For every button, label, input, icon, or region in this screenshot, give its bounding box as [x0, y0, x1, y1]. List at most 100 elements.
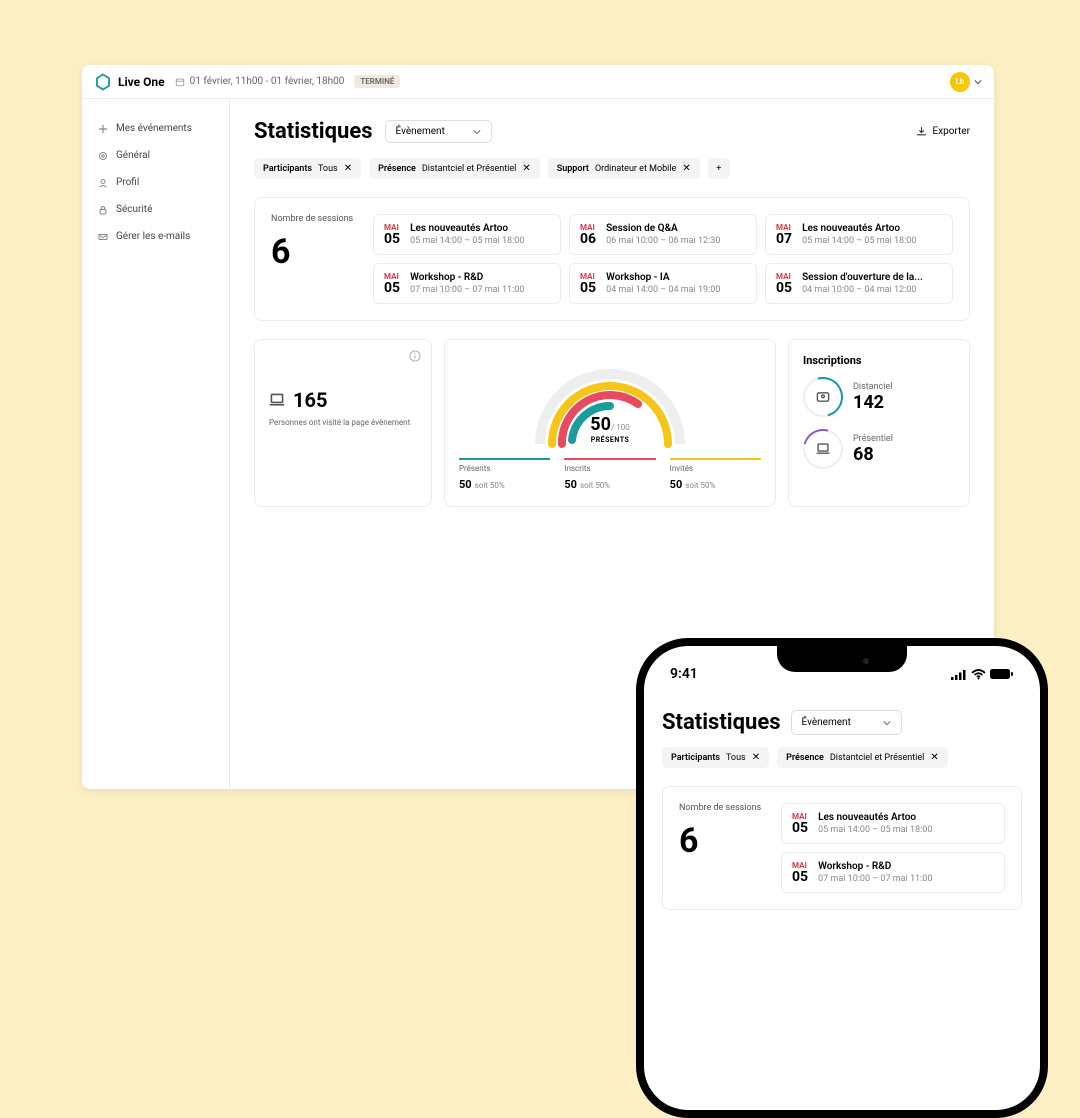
sidebar-item-profile[interactable]: Profil: [82, 169, 229, 196]
session-time: 04 mai 14:00 – 04 mai 19:00: [606, 285, 746, 295]
phone-session-card[interactable]: MAI05Workshop - R&D07 mai 10:00 – 07 mai…: [781, 852, 1005, 893]
chevron-down-icon: [883, 719, 891, 727]
legend-value: 50: [670, 478, 683, 491]
phone-filter-presence[interactable]: Présence Distantciel et Présentiel ✕: [777, 747, 948, 768]
session-day: 05: [580, 281, 596, 295]
session-day: 05: [384, 281, 400, 295]
phone-sessions-count-label: Nombre de sessions: [679, 803, 767, 815]
sidebar-item-security[interactable]: Sécurité: [82, 196, 229, 223]
inscription-label: Présentiel: [853, 434, 893, 444]
session-day: 05: [792, 870, 808, 884]
gauge-label: PRÉSENTS: [590, 436, 629, 444]
gauge: 50/ 100 PRÉSENTS: [520, 358, 700, 448]
visited-count: 165: [293, 388, 327, 412]
visited-card: 165 Personnes ont visité la page évèneme…: [254, 339, 432, 507]
session-card[interactable]: MAI05Session d'ouverture de la...04 mai …: [765, 263, 953, 304]
session-date: MAI06: [580, 223, 596, 246]
phone-sessions-grid: MAI05Les nouveautés Artoo05 mai 14:00 – …: [781, 803, 1005, 893]
session-info: Workshop - R&D07 mai 10:00 – 07 mai 11:0…: [410, 272, 550, 295]
plus-icon: [98, 124, 108, 134]
filter-presence[interactable]: Présence Distantciel et Présentiel ✕: [369, 158, 540, 179]
gauge-card: 50/ 100 PRÉSENTS Présents50soit 50%Inscr…: [444, 339, 776, 507]
session-card[interactable]: MAI07Les nouveautés Artoo05 mai 14:00 – …: [765, 214, 953, 255]
sessions-grid: MAI05Les nouveautés Artoo05 mai 14:00 – …: [373, 214, 953, 304]
filter-value: Tous: [318, 164, 338, 174]
download-icon: [916, 126, 927, 137]
sessions-count: Nombre de sessions 6: [271, 214, 359, 304]
calendar-icon: [175, 77, 185, 87]
inscription-ring: [803, 377, 843, 417]
phone-filter-row: Participants Tous ✕ Présence Distantciel…: [662, 747, 1022, 768]
app-logo[interactable]: Live One: [94, 73, 165, 91]
close-icon[interactable]: ✕: [930, 752, 938, 763]
close-icon[interactable]: ✕: [682, 163, 690, 174]
legend-item: Inscrits50soit 50%: [564, 458, 655, 492]
sidebar-item-events[interactable]: Mes événements: [82, 115, 229, 142]
topbar-left: Live One 01 février, 11h00 - 01 février,…: [94, 73, 400, 91]
close-icon[interactable]: ✕: [344, 163, 352, 174]
inscription-count: 142: [853, 392, 892, 413]
inscription-label: Distanciel: [853, 382, 892, 392]
legend-item: Invités50soit 50%: [670, 458, 761, 492]
legend-bar: [670, 458, 761, 460]
sidebar-item-label: Général: [116, 150, 150, 161]
gear-icon: [98, 151, 108, 161]
sidebar-item-emails[interactable]: Gérer les e-mails: [82, 223, 229, 250]
session-title: Session de Q&A: [606, 223, 746, 234]
phone-session-card[interactable]: MAI05Les nouveautés Artoo05 mai 14:00 – …: [781, 803, 1005, 844]
avatar: Lb: [950, 72, 970, 92]
date-range-text: 01 février, 11h00 - 01 février, 18h00: [190, 76, 345, 87]
session-day: 06: [580, 232, 596, 246]
main-header: Statistiques Évènement Exporter: [254, 119, 970, 144]
phone-sessions-count-value: 6: [679, 821, 767, 861]
session-time: 06 mai 10:00 – 06 mai 12:30: [606, 236, 746, 246]
phone-header: Statistiques Évènement: [662, 710, 1022, 735]
mail-icon: [98, 232, 108, 242]
session-card[interactable]: MAI05Workshop - R&D07 mai 10:00 – 07 mai…: [373, 263, 561, 304]
session-time: 05 mai 14:00 – 05 mai 18:00: [802, 236, 942, 246]
app-name: Live One: [118, 75, 165, 89]
session-time: 05 mai 14:00 – 05 mai 18:00: [410, 236, 550, 246]
sidebar-item-label: Sécurité: [116, 204, 152, 215]
logo-icon: [94, 73, 112, 91]
legend-value: 50: [459, 478, 472, 491]
close-icon[interactable]: ✕: [752, 752, 760, 763]
export-button[interactable]: Exporter: [916, 126, 970, 137]
session-card[interactable]: MAI06 Session de Q&A 06 mai 10:00 – 06 mai…: [569, 214, 757, 255]
filter-participants[interactable]: Participants Tous ✕: [254, 158, 361, 179]
phone-filter-participants[interactable]: Participants Tous ✕: [662, 747, 769, 768]
inscription-count: 68: [853, 444, 893, 465]
gauge-legend: Présents50soit 50%Inscrits50soit 50%Invi…: [459, 458, 761, 492]
phone-scope-value: Évènement: [802, 717, 851, 728]
session-time: 07 mai 10:00 – 07 mai 11:00: [410, 285, 550, 295]
session-card[interactable]: MAI05Workshop - IA04 mai 14:00 – 04 mai …: [569, 263, 757, 304]
session-time: 04 mai 10:00 – 04 mai 12:00: [802, 285, 942, 295]
session-info: Session de Q&A 06 mai 10:00 – 06 mai 12:3…: [606, 223, 746, 246]
filter-value: Tous: [726, 753, 746, 763]
session-title: Workshop - R&D: [818, 861, 994, 872]
filter-add-button[interactable]: +: [708, 158, 730, 179]
scope-select[interactable]: Évènement: [385, 120, 492, 143]
session-date: MAI05: [384, 223, 400, 246]
sessions-count-label: Nombre de sessions: [271, 214, 359, 226]
topbar-right[interactable]: Lb: [950, 72, 982, 92]
legend-name: Invités: [670, 464, 761, 473]
legend-name: Inscrits: [564, 464, 655, 473]
inscription-ring: [803, 429, 843, 469]
laptop-icon: [269, 392, 285, 408]
phone-content: Statistiques Évènement Participants Tous…: [644, 690, 1040, 910]
sidebar-item-general[interactable]: Général: [82, 142, 229, 169]
close-icon[interactable]: ✕: [522, 163, 530, 174]
filter-value: Ordinateur et Mobile: [595, 164, 676, 174]
session-card[interactable]: MAI05Les nouveautés Artoo05 mai 14:00 – …: [373, 214, 561, 255]
signal-icon: [951, 669, 967, 680]
wifi-icon: [971, 669, 986, 680]
phone-scope-select[interactable]: Évènement: [791, 710, 902, 735]
session-title: Session d'ouverture de la...: [802, 272, 942, 283]
date-range[interactable]: 01 février, 11h00 - 01 février, 18h00: [175, 76, 345, 87]
info-icon[interactable]: [409, 350, 421, 362]
session-info: Workshop - IA04 mai 14:00 – 04 mai 19:00: [606, 272, 746, 295]
session-day: 07: [776, 232, 792, 246]
session-time: 07 mai 10:00 – 07 mai 11:00: [818, 874, 994, 884]
filter-support[interactable]: Support Ordinateur et Mobile ✕: [548, 158, 700, 179]
